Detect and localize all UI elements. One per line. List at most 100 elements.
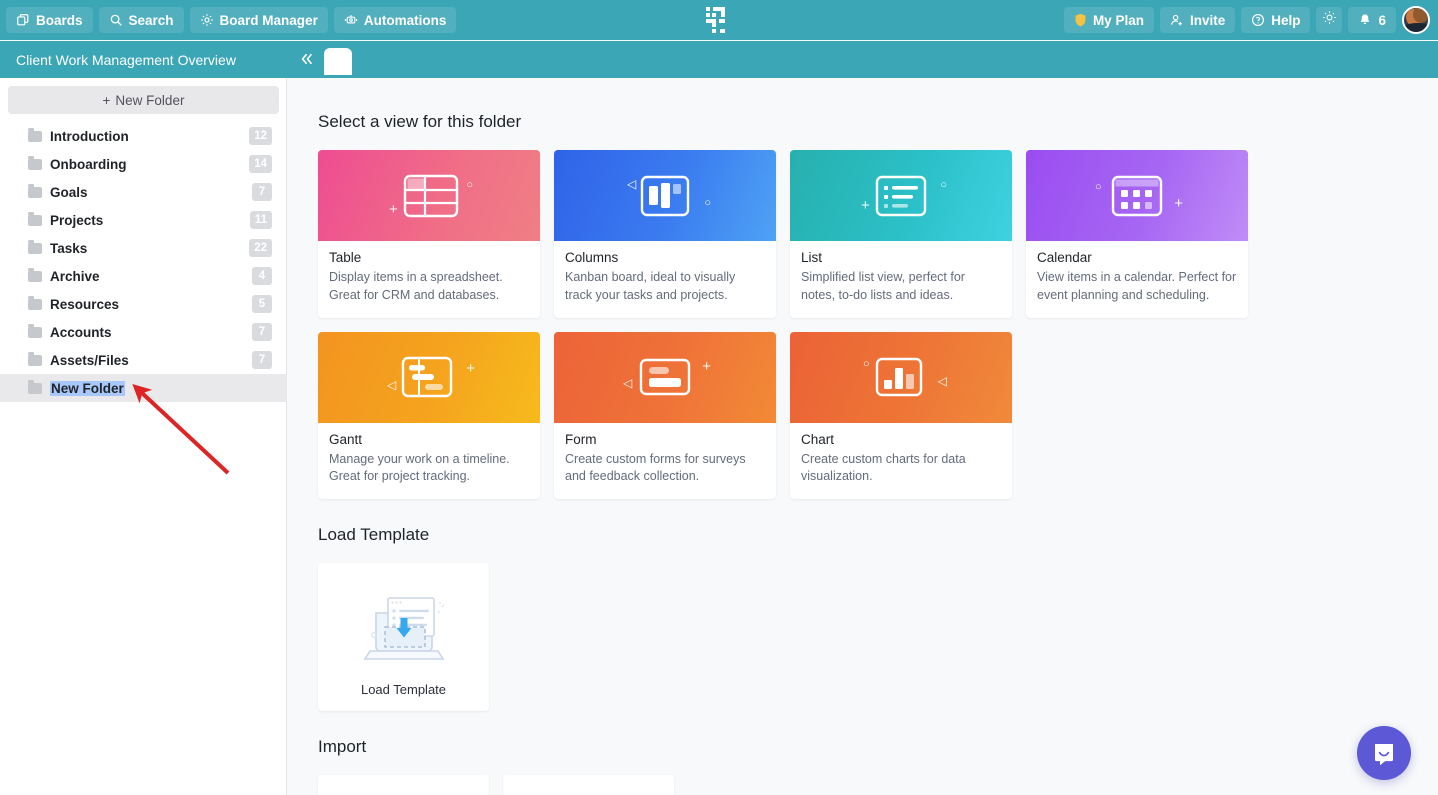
folder-item-assets-files[interactable]: Assets/Files 7 [0,346,286,374]
plus-decoration-icon: + [861,196,870,214]
gear-icon [200,13,214,27]
view-card-body: Calendar View items in a calendar. Perfe… [1026,241,1248,318]
folder-label: Resources [50,296,120,312]
header-strip [287,41,1438,78]
view-card-title: List [801,250,823,265]
circle-decoration-icon: ○ [704,196,711,209]
folder-tab[interactable] [324,48,352,75]
theme-toggle-button[interactable] [1316,7,1343,33]
folder-item-projects[interactable]: Projects 11 [0,206,286,234]
folder-item-archive[interactable]: Archive 4 [0,262,286,290]
sun-icon [1322,10,1337,30]
view-card-columns[interactable]: ◁ ○ Columns Kanban board, ideal to visua… [554,150,776,318]
import-card-2[interactable] [503,775,674,795]
view-card-chart[interactable]: ○ ◁ Chart Create custom charts for data … [790,331,1012,500]
app-logo[interactable] [706,0,732,40]
view-card-description: Kanban board, ideal to visually track yo… [565,270,736,302]
top-navigation-bar: Boards Search Board Manager Automations … [0,0,1438,40]
list-view-icon: + ○ [855,166,947,226]
chat-support-button[interactable] [1357,726,1411,780]
view-card-body: List Simplified list view, perfect for n… [790,241,1012,318]
form-view-icon: ◁ + [619,347,711,407]
view-card-banner: ◁ + [554,331,776,423]
import-section-title: Import [318,737,367,756]
circle-decoration-icon: ○ [863,358,870,370]
view-card-title: Columns [565,250,619,265]
import-card-1[interactable] [318,775,489,795]
folder-count-badge: 14 [249,155,272,173]
folder-name-input[interactable]: New Folder [50,380,125,396]
notifications-count: 6 [1378,12,1386,28]
view-card-gantt[interactable]: ◁ + Gantt Manage your work on a timeline… [318,331,540,500]
view-card-banner: + ○ [318,150,540,241]
folder-icon [28,239,42,254]
view-card-table[interactable]: + ○ Table Display items in a spreadsheet… [318,150,540,318]
boards-button[interactable]: Boards [6,7,93,33]
folder-item-tasks[interactable]: Tasks 22 [0,234,286,262]
view-card-body: Gantt Manage your work on a timeline. Gr… [318,423,540,500]
folder-count-badge: 5 [252,295,272,313]
board-manager-button[interactable]: Board Manager [189,7,328,33]
folder-item-resources[interactable]: Resources 5 [0,290,286,318]
automations-label: Automations [363,12,447,28]
folder-count-badge: 7 [252,323,272,341]
view-card-body: Chart Create custom charts for data visu… [790,423,1012,500]
chart-view-icon: ○ ◁ [855,347,947,407]
view-card-calendar[interactable]: ○ + Calendar View items in a calendar. P… [1026,150,1248,318]
search-button[interactable]: Search [98,7,184,33]
load-template-card[interactable]: Load Template [318,563,489,711]
folder-label: Projects [50,212,104,228]
view-card-description: Simplified list view, perfect for notes,… [801,270,965,302]
view-card-list[interactable]: + ○ List Simplified list view, perfect f… [790,150,1012,318]
sidebar: + New Folder Introduction 12 Onboarding … [0,78,287,795]
cursor-decoration-icon: ◁ [937,374,947,388]
cursor-decoration-icon: ◁ [627,176,637,191]
folder-label: Goals [50,184,88,200]
folder-icon [28,127,42,142]
app-root: Boards Search Board Manager Automations … [0,0,1438,795]
automations-button[interactable]: Automations [333,7,457,33]
user-avatar[interactable] [1402,6,1430,34]
calendar-view-icon: ○ + [1091,166,1183,226]
notifications-button[interactable]: 6 [1348,7,1396,33]
view-card-title: Calendar [1037,250,1092,265]
help-label: Help [1271,12,1301,28]
folder-item-goals[interactable]: Goals 7 [0,178,286,206]
folder-count-badge: 7 [252,351,272,369]
view-card-description: Create custom charts for data visualizat… [801,451,966,484]
topbar-right-group: My Plan Invite Help 6 [1063,0,1430,40]
table-view-icon: + ○ [383,166,475,226]
folder-list: Introduction 12 Onboarding 14 Goals 7 Pr… [0,122,286,402]
folder-count-badge: 22 [249,239,272,257]
folder-icon [28,211,42,226]
plus-decoration-icon: + [466,360,475,377]
avatar-hair [1413,8,1428,23]
sidebar-collapse-button[interactable] [296,48,318,70]
help-button[interactable]: Help [1241,7,1311,33]
view-card-description: Create custom forms for surveys and feed… [565,451,746,484]
shield-icon [1074,13,1087,27]
load-template-section-title: Load Template [318,525,430,544]
view-card-description: View items in a calendar. Perfect for ev… [1037,270,1237,302]
my-plan-button[interactable]: My Plan [1063,7,1154,33]
my-plan-label: My Plan [1092,12,1144,28]
view-card-description: Display items in a spreadsheet. Great fo… [329,270,503,302]
topbar-left-group: Boards Search Board Manager Automations [0,7,457,33]
view-card-banner: ◁ + [318,331,540,423]
search-label: Search [128,12,174,28]
view-card-banner: ◁ ○ [554,150,776,241]
columns-view-icon: ◁ ○ [619,166,711,226]
invite-button[interactable]: Invite [1159,7,1236,33]
new-folder-button[interactable]: + New Folder [8,86,279,114]
folder-item-accounts[interactable]: Accounts 7 [0,318,286,346]
folder-item-new-folder[interactable]: New Folder [0,374,286,402]
question-circle-icon [1251,13,1265,27]
view-card-banner: ○ + [1026,150,1248,241]
view-card-banner: ○ ◁ [790,331,1012,423]
view-card-form[interactable]: ◁ + Form Create custom forms for surveys… [554,331,776,499]
folder-item-introduction[interactable]: Introduction 12 [0,122,286,150]
plus-decoration-icon: + [1174,194,1183,212]
folder-icon [28,183,42,198]
folder-item-onboarding[interactable]: Onboarding 14 [0,150,286,178]
board-manager-label: Board Manager [219,12,318,28]
